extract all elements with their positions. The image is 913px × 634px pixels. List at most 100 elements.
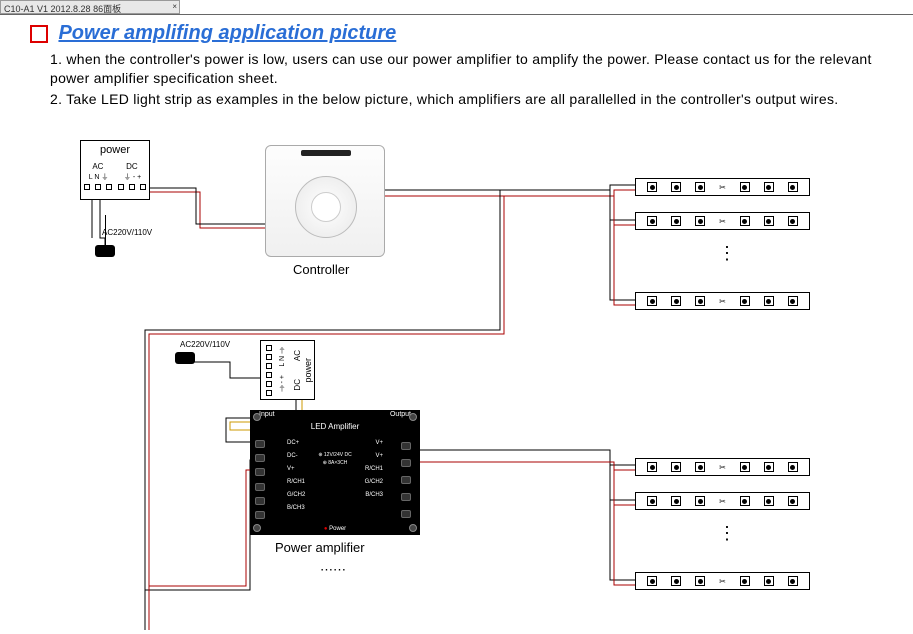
power-amplifier-device: Input Output LED Amplifier DC+DC-V+R/CH1… bbox=[250, 410, 420, 535]
led-icon bbox=[764, 216, 774, 226]
led-icon bbox=[695, 496, 705, 506]
controller-label: Controller bbox=[293, 262, 349, 277]
power2-ac: AC bbox=[293, 350, 302, 361]
led-icon bbox=[764, 182, 774, 192]
cut-icon: ✂ bbox=[719, 183, 726, 192]
screw-icon bbox=[409, 413, 417, 421]
close-icon[interactable]: × bbox=[172, 2, 177, 11]
terminal-pin bbox=[129, 184, 135, 190]
ellipsis-icon: ⋮ bbox=[718, 250, 736, 256]
wiring-diagram: power AC DC L N ⏚ ⏚ - + AC220V/110V Cont… bbox=[0, 130, 913, 634]
led-icon bbox=[647, 216, 657, 226]
led-icon bbox=[695, 182, 705, 192]
power2-ac-label: AC220V/110V bbox=[180, 340, 230, 349]
led-icon bbox=[788, 296, 798, 306]
led-icon bbox=[764, 296, 774, 306]
led-icon bbox=[695, 216, 705, 226]
power2-title: power bbox=[303, 358, 313, 383]
amp-right-terms: V+V+R/CH1G/CH2B/CH3 bbox=[365, 437, 383, 502]
led-icon bbox=[740, 576, 750, 586]
led-icon bbox=[671, 216, 681, 226]
window-titlebar: C10-A1 V1 2012.8.28 86面板 × bbox=[0, 0, 180, 14]
terminal-pin bbox=[266, 390, 272, 396]
cut-icon: ✂ bbox=[719, 297, 726, 306]
terminal-icon bbox=[255, 483, 265, 491]
led-icon bbox=[671, 496, 681, 506]
ellipsis-icon: ⋯⋯ bbox=[320, 562, 346, 578]
cut-icon: ✂ bbox=[719, 577, 726, 586]
led-icon bbox=[671, 182, 681, 192]
amp-left-terms: DC+DC-V+R/CH1G/CH2B/CH3 bbox=[287, 437, 305, 515]
led-icon bbox=[764, 462, 774, 472]
led-icon bbox=[671, 576, 681, 586]
power-supply-2: L N ⏚ ⏚ - + AC DC power bbox=[260, 340, 315, 400]
terminal-pin bbox=[266, 354, 272, 360]
section-heading: Power amplifing application picture bbox=[30, 22, 396, 45]
wire-layer bbox=[0, 130, 913, 634]
terminal-pin bbox=[266, 372, 272, 378]
power1-title: power bbox=[81, 144, 149, 156]
titlebar-text: C10-A1 V1 2012.8.28 86面板 bbox=[4, 4, 121, 14]
led-icon bbox=[740, 216, 750, 226]
amp-spec: ⊕ 12V/24V DC ⊕ 8A×3CH bbox=[251, 451, 419, 467]
power2-pins-dc: ⏚ - + bbox=[278, 375, 289, 392]
led-icon bbox=[764, 496, 774, 506]
amp-output-label: Output bbox=[390, 411, 411, 418]
terminal-pin bbox=[140, 184, 146, 190]
terminal-pin bbox=[118, 184, 124, 190]
led-strip: ✂ bbox=[635, 292, 810, 310]
body-item-1: 1. when the controller's power is low, u… bbox=[50, 50, 903, 88]
led-icon bbox=[671, 462, 681, 472]
led-icon bbox=[647, 496, 657, 506]
led-strip: ✂ bbox=[635, 212, 810, 230]
power1-ac-label: AC220V/110V bbox=[102, 228, 152, 237]
body-text: 1. when the controller's power is low, u… bbox=[50, 50, 903, 111]
screw-icon bbox=[253, 413, 261, 421]
cut-icon: ✂ bbox=[719, 497, 726, 506]
led-icon bbox=[740, 496, 750, 506]
led-strip: ✂ bbox=[635, 572, 810, 590]
terminal-pin bbox=[266, 363, 272, 369]
led-strip: ✂ bbox=[635, 178, 810, 196]
cut-icon: ✂ bbox=[719, 463, 726, 472]
terminal-pin bbox=[95, 184, 101, 190]
ir-window-icon bbox=[301, 150, 351, 156]
led-icon bbox=[740, 296, 750, 306]
amplifier-label: Power amplifier bbox=[275, 540, 365, 555]
power1-dc: DC bbox=[126, 162, 138, 171]
amp-power-led: Power bbox=[329, 526, 346, 532]
heading-marker-icon bbox=[30, 25, 48, 43]
led-icon bbox=[647, 576, 657, 586]
terminal-pin bbox=[84, 184, 90, 190]
dial-icon bbox=[295, 176, 357, 238]
heading-text: Power amplifing application picture bbox=[58, 22, 396, 44]
led-icon bbox=[788, 182, 798, 192]
power-supply-1: power AC DC L N ⏚ ⏚ - + bbox=[80, 140, 150, 200]
plug-icon-1 bbox=[95, 245, 115, 257]
led-icon bbox=[695, 296, 705, 306]
led-icon bbox=[740, 462, 750, 472]
body-item-2: 2. Take LED light strip as examples in t… bbox=[50, 90, 903, 109]
power1-pins-ac: L N ⏚ bbox=[89, 172, 109, 182]
led-icon bbox=[764, 576, 774, 586]
power2-dc: DC bbox=[293, 379, 302, 391]
led-icon bbox=[788, 216, 798, 226]
led-strip: ✂ bbox=[635, 458, 810, 476]
cut-icon: ✂ bbox=[719, 217, 726, 226]
terminal-pin bbox=[266, 381, 272, 387]
led-icon bbox=[647, 182, 657, 192]
led-icon bbox=[647, 296, 657, 306]
terminal-icon bbox=[255, 440, 265, 448]
terminal-icon bbox=[255, 468, 265, 476]
terminal-pin bbox=[106, 184, 112, 190]
terminal-icon bbox=[401, 493, 411, 501]
led-strip: ✂ bbox=[635, 492, 810, 510]
led-icon bbox=[788, 496, 798, 506]
power2-pins-ac: L N ⏚ bbox=[278, 347, 289, 367]
led-icon bbox=[788, 576, 798, 586]
power1-pins-dc: ⏚ - + bbox=[124, 172, 141, 182]
plug-icon-2 bbox=[175, 352, 195, 364]
terminal-pin bbox=[266, 345, 272, 351]
terminal-icon bbox=[401, 442, 411, 450]
led-icon bbox=[695, 462, 705, 472]
